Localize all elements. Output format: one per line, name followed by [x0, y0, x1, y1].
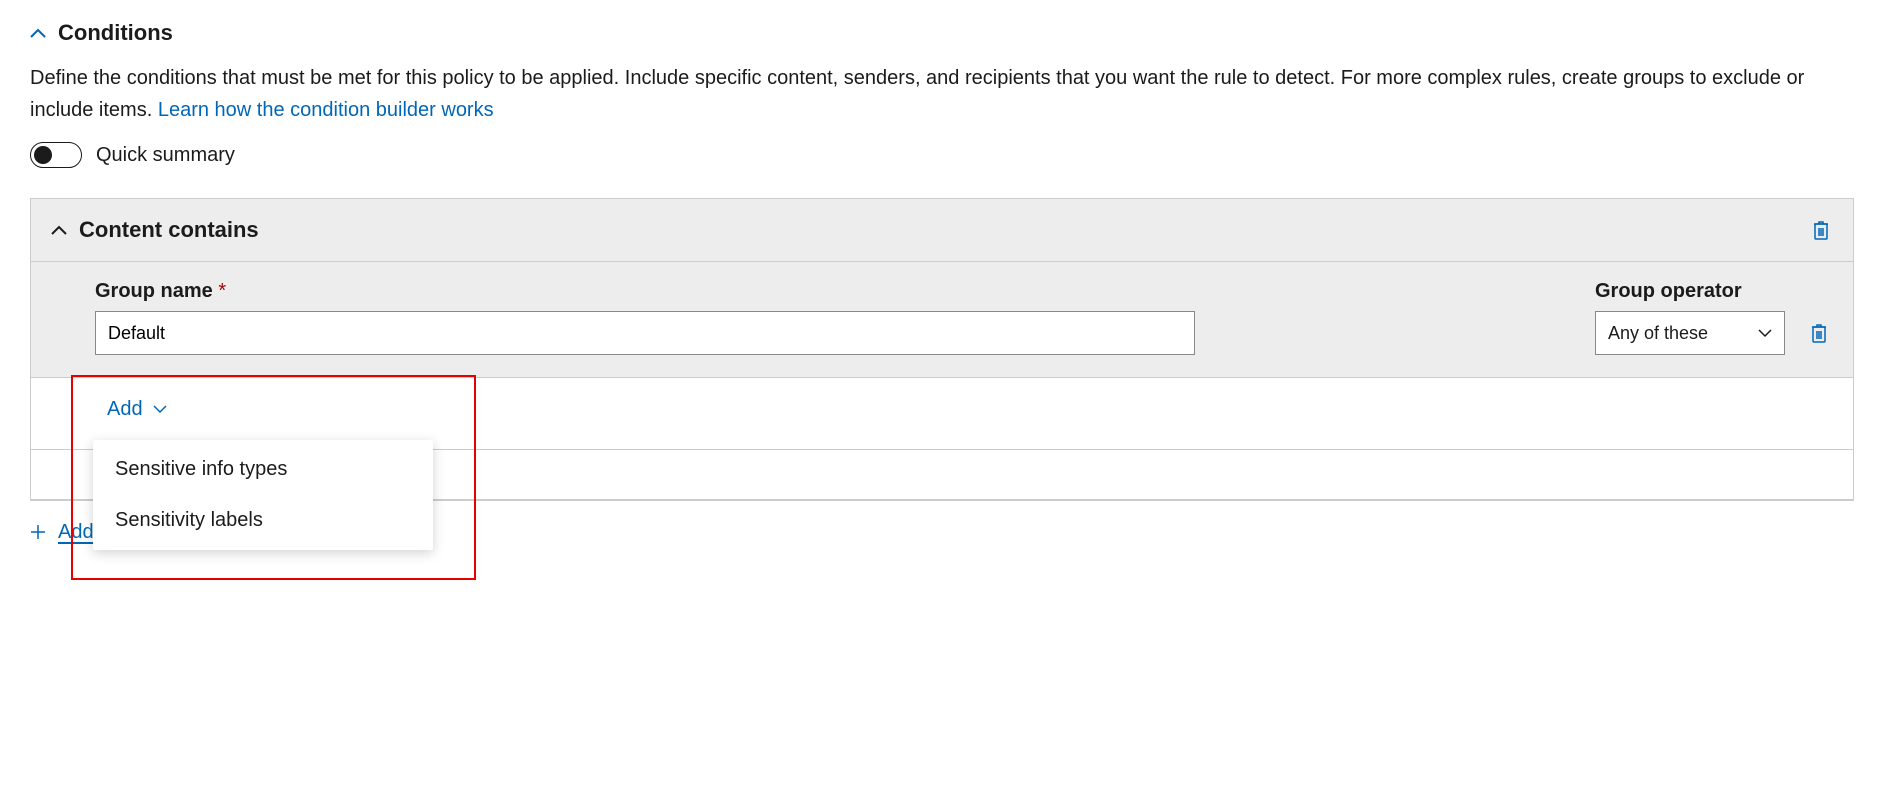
- required-asterisk: *: [218, 280, 226, 302]
- content-contains-card: Content contains Group name * Group oper…: [30, 198, 1854, 501]
- group-operator-label: Group operator: [1595, 280, 1785, 303]
- content-contains-title: Content contains: [79, 217, 259, 243]
- group-name-input[interactable]: [95, 311, 1195, 355]
- add-content-area: Add Sensitive info types Sensitivity lab…: [31, 378, 1853, 450]
- add-dropdown-menu: Sensitive info types Sensitivity labels: [93, 440, 433, 550]
- chevron-down-icon: [153, 403, 167, 417]
- menu-item-sensitive-info-types[interactable]: Sensitive info types: [93, 444, 433, 495]
- quick-summary-label: Quick summary: [96, 144, 235, 167]
- chevron-up-icon: [30, 25, 46, 41]
- menu-item-sensitivity-labels[interactable]: Sensitivity labels: [93, 495, 433, 546]
- delete-group-button[interactable]: [1807, 321, 1831, 345]
- group-name-field: Group name *: [95, 280, 1555, 355]
- add-label: Add: [107, 398, 143, 421]
- learn-link[interactable]: Learn how the condition builder works: [158, 99, 494, 121]
- conditions-header[interactable]: Conditions: [30, 20, 1854, 46]
- quick-summary-toggle[interactable]: [30, 142, 82, 168]
- chevron-up-icon: [51, 222, 67, 238]
- group-operator-field: Group operator Any of these: [1595, 280, 1785, 355]
- add-dropdown-button[interactable]: Add: [107, 398, 167, 421]
- conditions-description: Define the conditions that must be met f…: [30, 62, 1854, 126]
- group-operator-select[interactable]: Any of these: [1595, 311, 1785, 355]
- group-config-row: Group name * Group operator Any of these: [31, 262, 1853, 378]
- group-name-label: Group name *: [95, 280, 1555, 303]
- quick-summary-row: Quick summary: [30, 142, 1854, 168]
- chevron-down-icon: [1758, 326, 1772, 340]
- plus-icon: [30, 524, 48, 542]
- conditions-title: Conditions: [58, 20, 173, 46]
- content-contains-header[interactable]: Content contains: [31, 199, 1853, 262]
- group-operator-value: Any of these: [1608, 323, 1708, 344]
- delete-condition-button[interactable]: [1809, 218, 1833, 242]
